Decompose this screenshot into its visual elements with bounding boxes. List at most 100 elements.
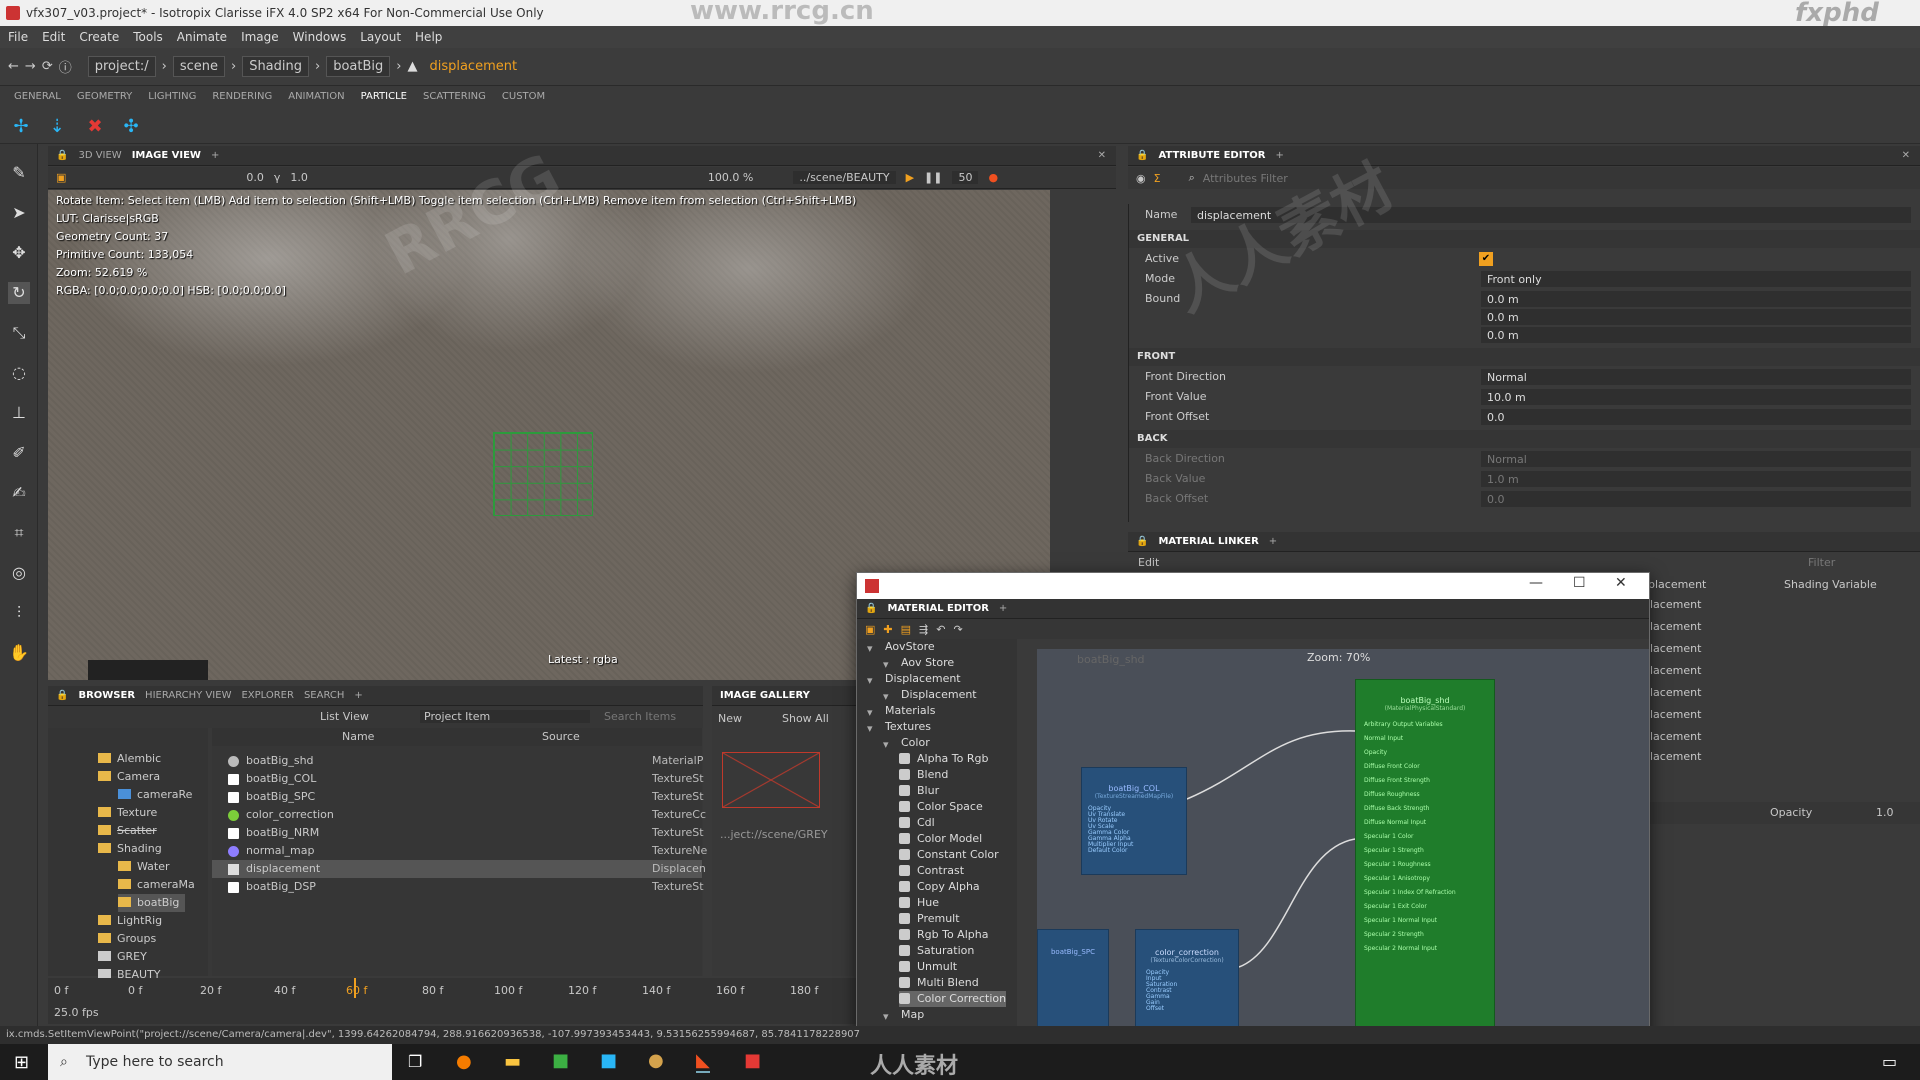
render-percent[interactable]: 50 (952, 171, 979, 184)
shelf-tab-particle[interactable]: PARTICLE (361, 86, 407, 108)
node-type-item[interactable]: Color Correction (899, 991, 1007, 1007)
zoom-value[interactable]: 100.0 % (708, 171, 753, 184)
tab-explorer[interactable]: EXPLORER (241, 690, 294, 701)
node-type-item[interactable]: Saturation (899, 943, 974, 959)
tree-item[interactable]: cameraRe (118, 786, 192, 804)
shelf-tab-rendering[interactable]: RENDERING (212, 86, 272, 108)
linker-row[interactable]: lacement (1650, 620, 1701, 633)
add-tab-icon[interactable]: + (999, 603, 1007, 614)
bound-y[interactable]: 0.0 m (1481, 309, 1911, 325)
menu-help[interactable]: Help (415, 26, 442, 48)
opacity-value[interactable]: 1.0 (1876, 806, 1894, 819)
attributes-filter[interactable]: Attributes Filter (1203, 172, 1288, 185)
crumb-project[interactable]: project:/ (87, 56, 156, 77)
node-type-item[interactable]: ▾ Displacement (867, 671, 961, 687)
file-row[interactable]: boatBig_NRM TextureSt (212, 824, 704, 842)
node-port[interactable]: Arbitrary Output Variables (1364, 718, 1494, 732)
gamma-value[interactable]: 1.0 (290, 171, 308, 184)
file-row[interactable]: color_correction TextureCc (212, 806, 706, 824)
node-type-item[interactable]: ▾ Map (883, 1007, 924, 1023)
taskbar-search[interactable]: ⌕ Type here to search (48, 1044, 392, 1080)
file-row[interactable]: normal_map TextureNe (212, 842, 707, 860)
node-type-item[interactable]: Cdl (899, 815, 935, 831)
node-type-item[interactable]: Premult (899, 911, 960, 927)
orbit-tool-icon[interactable]: ◌ (8, 362, 30, 384)
node-type-item[interactable]: Multi Blend (899, 975, 979, 991)
camera-tool-icon[interactable]: ◎ (8, 562, 30, 584)
select-tool-icon[interactable]: ➤ (8, 202, 30, 224)
project-item-select[interactable]: Project Item (420, 710, 590, 723)
app-blue-icon[interactable]: ■ (600, 1050, 617, 1071)
missing-image-thumbnail[interactable] (722, 752, 820, 808)
node-type-item[interactable]: Contrast (899, 863, 964, 879)
tree-item[interactable]: Groups (98, 930, 156, 948)
node-type-item[interactable]: Blur (899, 783, 939, 799)
node-port[interactable]: Diffuse Back Strength (1364, 802, 1494, 816)
timeline[interactable]: 0 f 0 f 20 f 40 f 60 f 80 f 100 f 120 f … (48, 978, 860, 1024)
node-type-item[interactable]: Rgb To Alpha (899, 927, 988, 943)
back-arrow-icon[interactable]: ← (8, 59, 19, 74)
tree-item[interactable]: cameraMa (118, 876, 195, 894)
node-port[interactable]: Specular 1 Strength (1364, 844, 1494, 858)
node-type-item[interactable]: Constant Color (899, 847, 999, 863)
tree-item[interactable]: Texture (98, 804, 157, 822)
linker-edit[interactable]: Edit (1138, 556, 1159, 569)
node-graph-canvas[interactable]: boatBig_shd Zoom: 70% boatBig_COL (Textu… (1037, 649, 1649, 1043)
layout-icon[interactable]: ⇶ (919, 623, 928, 636)
col-source[interactable]: Source (542, 728, 580, 746)
view-mode-select[interactable]: List View (320, 710, 369, 723)
add-tab-icon[interactable]: + (354, 690, 362, 701)
file-row[interactable]: boatBig_SPC TextureSt (212, 788, 704, 806)
back-direction-select[interactable]: Normal (1481, 451, 1911, 467)
file-row[interactable]: boatBig_COL TextureSt (212, 770, 704, 788)
gallery-show-all-button[interactable]: Show All (782, 712, 829, 725)
node-port[interactable]: Opacity (1364, 746, 1494, 760)
node-type-item[interactable]: Hue (899, 895, 939, 911)
lock-icon[interactable]: 🔒 (56, 690, 68, 701)
menu-create[interactable]: Create (79, 26, 119, 48)
close-panel-icon[interactable]: ✕ (1902, 150, 1910, 161)
windows-start-icon[interactable]: ⊞ (14, 1052, 29, 1073)
node-port[interactable]: Specular 1 Exit Color (1364, 900, 1494, 914)
app-green-icon[interactable]: ■ (552, 1050, 569, 1071)
front-direction-select[interactable]: Normal (1481, 369, 1911, 385)
tab-search[interactable]: SEARCH (304, 690, 344, 701)
task-view-icon[interactable]: ❐ (408, 1052, 422, 1071)
tab-material-linker[interactable]: MATERIAL LINKER (1158, 536, 1258, 547)
node-type-item[interactable]: Copy Alpha (899, 879, 980, 895)
notification-icon[interactable]: ▭ (1882, 1052, 1897, 1071)
node-port[interactable]: Diffuse Normal Input (1364, 816, 1494, 830)
back-offset-field[interactable]: 0.0 (1481, 491, 1911, 507)
refresh-icon[interactable]: ⟳ (42, 59, 53, 74)
node-port[interactable]: Specular 1 Anisotropy (1364, 872, 1494, 886)
image-path-select[interactable]: ../scene/BEAUTY (793, 171, 896, 184)
scale-tool-icon[interactable]: ⤡ (8, 322, 30, 344)
bound-z[interactable]: 0.0 m (1481, 327, 1911, 343)
close-icon[interactable]: ✕ (1615, 575, 1627, 591)
node-port[interactable]: Specular 2 Strength (1364, 928, 1494, 942)
node-boatbig-spc[interactable]: boatBig_SPC (1037, 929, 1109, 1037)
node-type-item[interactable]: Color Space (899, 799, 983, 815)
active-checkbox[interactable]: ✔ (1479, 252, 1493, 266)
linker-row[interactable]: lacement (1650, 750, 1701, 763)
tree-item[interactable]: Shading (98, 840, 162, 858)
tree-item[interactable]: GREY (98, 948, 147, 966)
tree-item[interactable]: LightRig (98, 912, 162, 930)
pause-icon[interactable]: ❚❚ (924, 171, 942, 184)
folder-icon[interactable]: ▤ (901, 623, 911, 636)
exposure-value[interactable]: 0.0 (246, 171, 264, 184)
crumb-displacement[interactable]: displacement (423, 57, 523, 76)
node-type-item[interactable]: Alpha To Rgb (899, 751, 988, 767)
linker-row[interactable]: lacement (1650, 730, 1701, 743)
node-add-icon[interactable]: ✚ (883, 623, 892, 636)
tab-image-view[interactable]: IMAGE VIEW (132, 150, 201, 161)
playhead[interactable] (354, 978, 356, 998)
mode-select[interactable]: Front only (1481, 271, 1911, 287)
linker-row[interactable]: lacement (1650, 664, 1701, 677)
file-row[interactable]: boatBig_shd MaterialP (212, 752, 703, 770)
tab-3d-view[interactable]: 3D VIEW (78, 150, 121, 161)
stamp-tool-icon[interactable]: ⊥ (8, 402, 30, 424)
shelf-tab-lighting[interactable]: LIGHTING (148, 86, 196, 108)
lock-icon[interactable]: 🔒 (1136, 536, 1148, 547)
node-type-item[interactable]: Unmult (899, 959, 957, 975)
